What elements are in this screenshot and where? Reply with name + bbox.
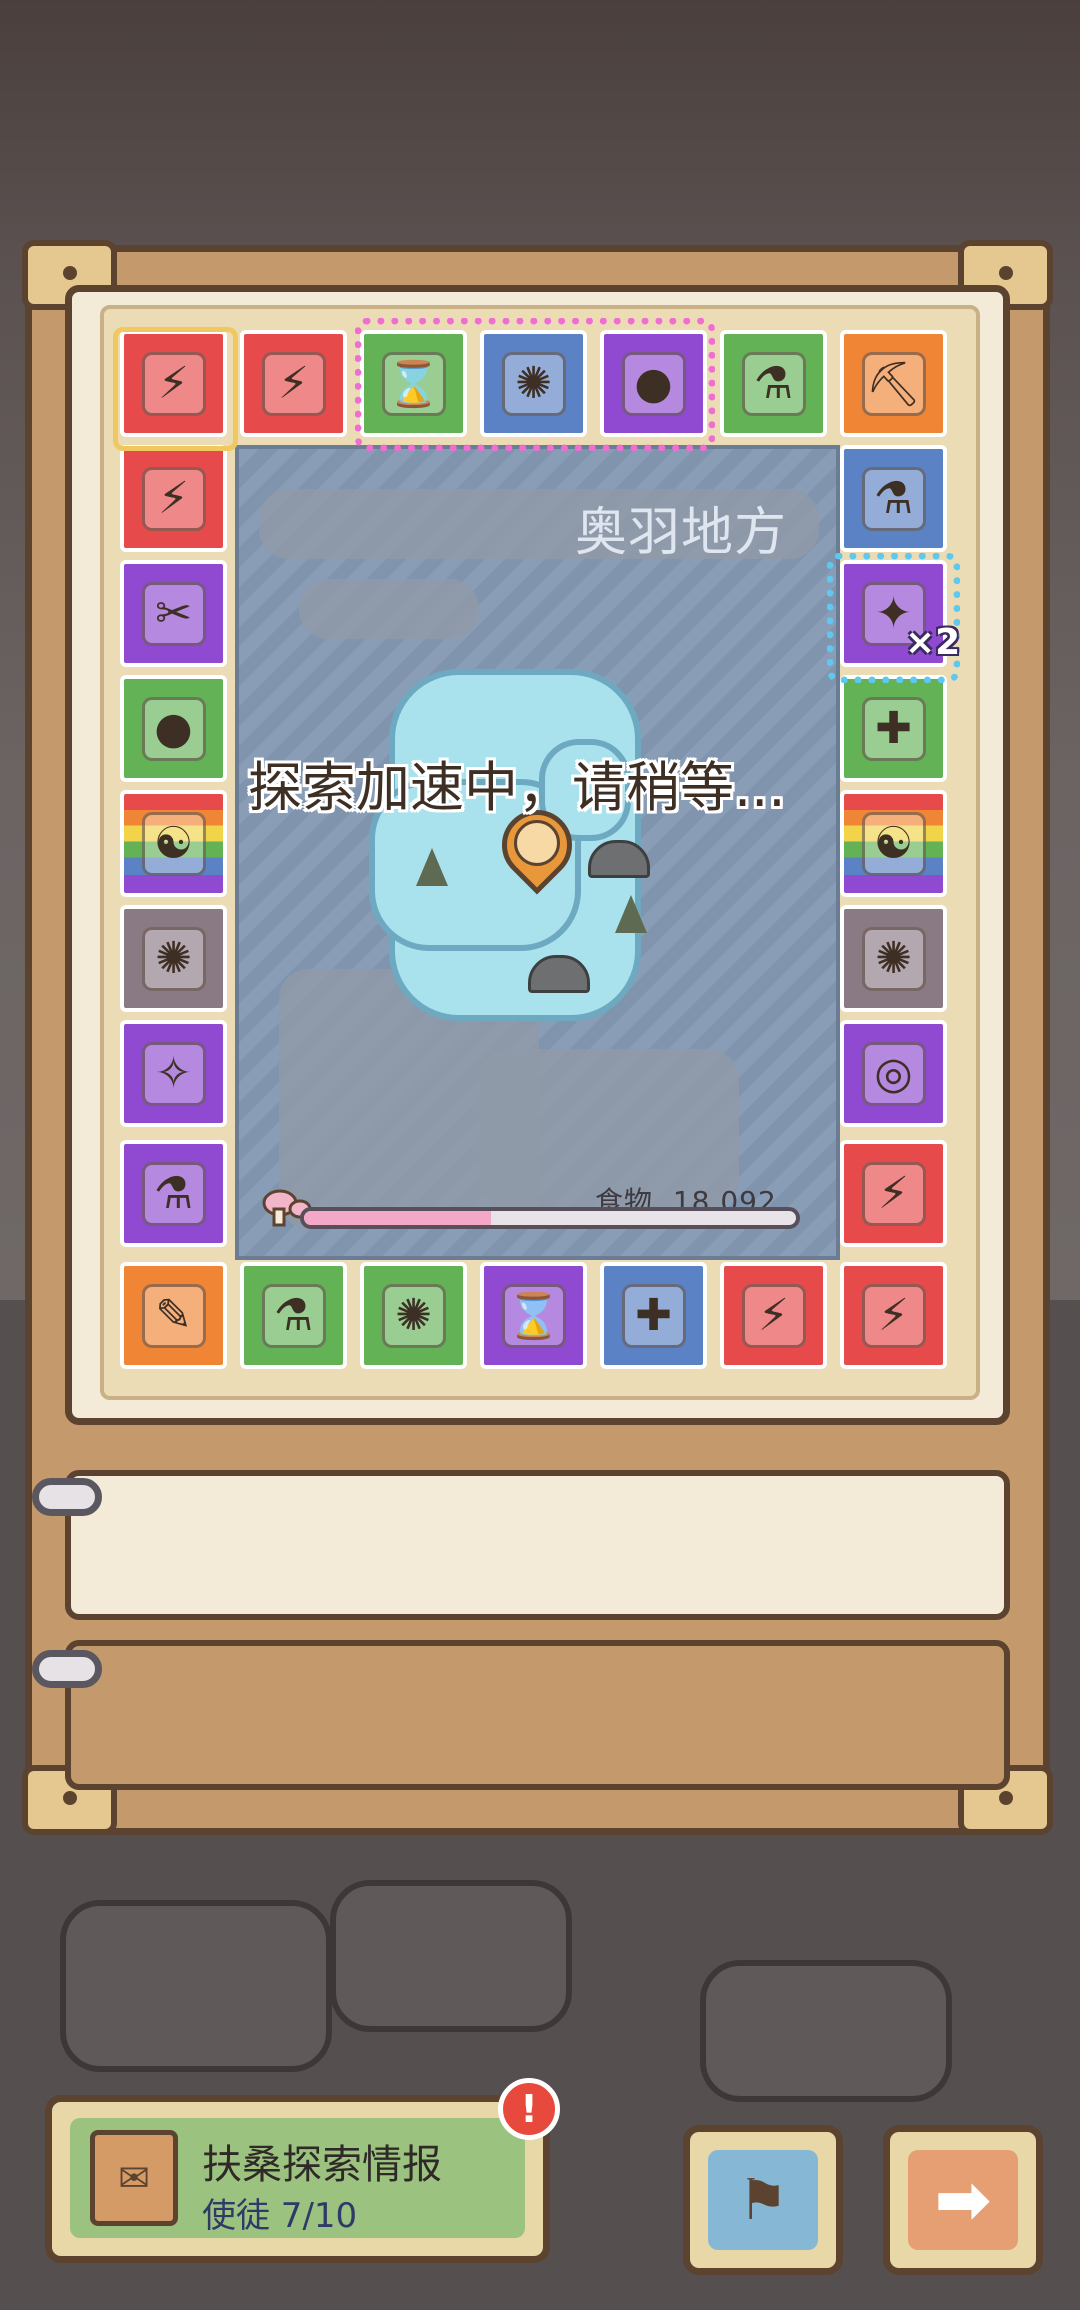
binder-ring — [32, 1478, 102, 1516]
potion-icon: ⚗ — [861, 466, 926, 531]
ring-icon: ◎ — [861, 1041, 926, 1106]
background-rock — [330, 1880, 572, 2032]
board-tile-potion[interactable]: ⚗ — [120, 1140, 227, 1247]
scroll-icon: ✎ — [141, 1283, 206, 1348]
next-button[interactable]: ➡ — [883, 2125, 1043, 2275]
tree-icon — [615, 895, 647, 933]
hourglass-icon: ⌛ — [501, 1283, 566, 1348]
board-tile-meat[interactable]: ✚ — [600, 1262, 707, 1369]
potion-icon: ⚗ — [741, 351, 806, 416]
board-tile-battery[interactable]: ⚡ — [240, 330, 347, 437]
explorer-avatar — [514, 820, 560, 866]
board-tile-gear-orb[interactable]: ✺ — [840, 905, 947, 1012]
note-slot-2 — [65, 1640, 1010, 1790]
gear-orb-icon: ✺ — [381, 1283, 446, 1348]
board-tile-battery[interactable]: ⚡ — [120, 445, 227, 552]
pickaxe-icon: ⛏ — [861, 351, 926, 416]
card-icon: ☯ — [861, 811, 926, 876]
meat-icon: ✚ — [621, 1283, 686, 1348]
food-progress-bar — [300, 1207, 800, 1229]
region-name: 奥羽地方 — [575, 503, 788, 563]
board-tile-card[interactable]: ☯ — [120, 790, 227, 897]
alert-badge-icon[interactable]: ! — [498, 2078, 560, 2140]
board-tile-meat[interactable]: ✚ — [840, 675, 947, 782]
note-slot-1 — [65, 1470, 1010, 1620]
board-tile-scroll[interactable]: ✎ — [120, 1262, 227, 1369]
binder-ring — [32, 1650, 102, 1688]
stone-icon: ● — [141, 696, 206, 761]
highlight-pink-group — [355, 318, 715, 451]
meat-icon: ✚ — [861, 696, 926, 761]
board-tile-potion[interactable]: ⚗ — [240, 1262, 347, 1369]
axe-icon: ✂ — [141, 581, 206, 646]
battery-icon: ⚡ — [861, 1283, 926, 1348]
map-icon: ⚑ — [708, 2150, 818, 2250]
board-tile-potion[interactable]: ⚗ — [720, 330, 827, 437]
background-rock — [60, 1900, 332, 2072]
arrow-right-icon: ➡ — [908, 2150, 1018, 2250]
report-subtitle: 使徒 7/10 — [202, 2196, 358, 2236]
board-tile-ring[interactable]: ◎ — [840, 1020, 947, 1127]
board-tile-card[interactable]: ☯ — [840, 790, 947, 897]
report-title: 扶桑探索情报 — [202, 2142, 442, 2188]
gear-orb-icon: ✺ — [141, 926, 206, 991]
potion-icon: ⚗ — [141, 1161, 206, 1226]
battery-icon: ⚡ — [741, 1283, 806, 1348]
tree-icon — [416, 848, 448, 886]
highlight-current-tile — [113, 327, 238, 451]
board-tile-bone[interactable]: ✧ — [120, 1020, 227, 1127]
battery-icon: ⚡ — [861, 1161, 926, 1226]
board-tile-gear-orb[interactable]: ✺ — [360, 1262, 467, 1369]
multiplier-badge: ×2 — [905, 622, 961, 663]
potion-icon: ⚗ — [261, 1283, 326, 1348]
board-tile-potion[interactable]: ⚗ — [840, 445, 947, 552]
board-tile-battery[interactable]: ⚡ — [840, 1140, 947, 1247]
board-tile-pickaxe[interactable]: ⛏ — [840, 330, 947, 437]
highlight-blue-tile — [827, 553, 960, 683]
map-button[interactable]: ⚑ — [683, 2125, 843, 2275]
bone-icon: ✧ — [141, 1041, 206, 1106]
battery-icon: ⚡ — [261, 351, 326, 416]
gear-orb-icon: ✺ — [861, 926, 926, 991]
board-tile-battery[interactable]: ⚡ — [840, 1262, 947, 1369]
battery-icon: ⚡ — [141, 466, 206, 531]
exploration-status-text: 探索加速中，请稍等... — [248, 756, 786, 819]
background-rock — [700, 1960, 952, 2102]
board-tile-battery[interactable]: ⚡ — [720, 1262, 827, 1369]
board-tile-hourglass[interactable]: ⌛ — [480, 1262, 587, 1369]
food-progress-fill — [304, 1211, 491, 1225]
fog-area — [299, 579, 479, 639]
card-icon: ☯ — [141, 811, 206, 876]
board-tile-axe[interactable]: ✂ — [120, 560, 227, 667]
board-tile-stone[interactable]: ● — [120, 675, 227, 782]
report-envelope-icon: ✉ — [90, 2130, 178, 2226]
board-tile-gear-orb[interactable]: ✺ — [120, 905, 227, 1012]
